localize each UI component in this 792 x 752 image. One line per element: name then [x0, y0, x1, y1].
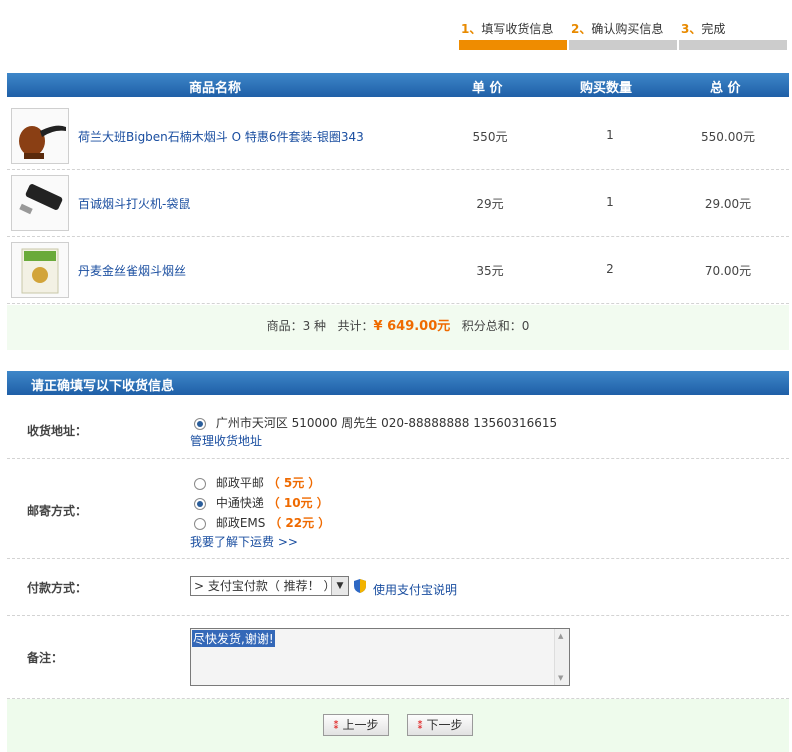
bullet-icon: ⁑ — [333, 721, 339, 732]
remark-textarea[interactable]: 尽快发货,谢谢! ▲ ▼ — [190, 628, 570, 686]
delivery-label: 邮寄方式： — [27, 504, 88, 518]
step-fill-info: 1、填写收货信息 — [459, 20, 567, 52]
checkout-steps: 1、填写收货信息 2、确认购买信息 3、完成 — [459, 20, 789, 52]
cart-row: 丹麦金丝雀烟斗烟丝 35元 2 70.00元 — [7, 236, 789, 304]
line-total: 29.00元 — [704, 197, 752, 211]
shipping-fee-info-link[interactable]: 我要了解下运费 >> — [190, 533, 298, 550]
prev-step-button[interactable]: ⁑ 上一步 — [323, 714, 389, 736]
total-prefix: 共计： — [337, 319, 374, 333]
scroll-up-icon[interactable]: ▲ — [558, 632, 563, 640]
delivery-option[interactable]: 中通快递 （ 10元 ） — [194, 494, 329, 511]
form-title: 请正确填写以下收货信息 — [31, 379, 175, 394]
form-footer: ⁑ 上一步 ⁑ 下一步 — [7, 699, 789, 752]
delivery-option[interactable]: 邮政平邮 （ 5元 ） — [194, 474, 320, 491]
step-progress-bar — [679, 40, 787, 50]
unit-price: 29元 — [476, 197, 504, 211]
scroll-down-icon[interactable]: ▼ — [558, 674, 563, 682]
delivery-option[interactable]: 邮政EMS （ 22元 ） — [194, 514, 330, 531]
step-progress-bar — [569, 40, 677, 50]
address-radio[interactable] — [194, 417, 206, 430]
line-total: 550.00元 — [701, 130, 755, 144]
lighter-thumbnail[interactable] — [11, 175, 69, 231]
delivery-radio[interactable] — [194, 477, 206, 490]
delivery-radio[interactable] — [194, 497, 206, 510]
col-name-header: 商品名称 — [189, 81, 242, 96]
remark-row: 备注： 尽快发货,谢谢! ▲ ▼ — [7, 616, 789, 699]
product-name-link[interactable]: 丹麦金丝雀烟斗烟丝 — [78, 262, 186, 279]
cart-summary: 商品：3 种 共计：¥ 649.00元 积分总和：0 — [7, 305, 789, 350]
product-kinds: 商品：3 种 — [266, 319, 327, 333]
address-text: 广州市天河区 510000 周先生 020-88888888 135603166… — [215, 416, 558, 430]
product-name-link[interactable]: 百诚烟斗打火机-袋鼠 — [78, 195, 190, 212]
quantity: 1 — [606, 128, 614, 142]
delivery-row: 邮寄方式： 邮政平邮 （ 5元 ） 中通快递 （ 10元 ） 邮政EMS （ 2… — [7, 459, 789, 559]
product-name-link[interactable]: 荷兰大班Bigben石楠木烟斗 O 特惠6件套装-银圈343 — [78, 128, 364, 145]
points-total: 积分总和：0 — [461, 319, 530, 333]
cart-row: 百诚烟斗打火机-袋鼠 29元 1 29.00元 — [7, 169, 789, 237]
col-price-header: 单 价 — [472, 81, 503, 96]
step-progress-bar — [459, 40, 567, 50]
line-total: 70.00元 — [704, 264, 752, 278]
quantity: 1 — [606, 195, 614, 209]
shield-icon — [354, 579, 366, 593]
cart-header: 商品名称 单 价 购买数量 总 价 — [7, 73, 789, 97]
quantity: 2 — [606, 262, 614, 276]
alipay-help-link[interactable]: 使用支付宝说明 — [373, 581, 457, 598]
col-qty-header: 购买数量 — [580, 81, 633, 96]
form-header: 请正确填写以下收货信息 — [7, 371, 789, 395]
tobacco-thumbnail[interactable] — [11, 242, 69, 298]
pipe-thumbnail[interactable] — [11, 108, 69, 164]
address-label: 收货地址： — [27, 424, 88, 438]
grand-total: ¥ 649.00元 — [373, 319, 451, 334]
step-complete: 3、完成 — [679, 20, 787, 52]
payment-select[interactable]: > 支付宝付款（ 推荐！ ） ▼ — [190, 576, 349, 596]
payment-row: 付款方式： > 支付宝付款（ 推荐！ ） ▼ 使用支付宝说明 — [7, 559, 789, 616]
unit-price: 550元 — [472, 130, 508, 144]
cart-row: 荷兰大班Bigben石楠木烟斗 O 特惠6件套装-银圈343 550元 1 55… — [7, 102, 789, 170]
next-step-button[interactable]: ⁑ 下一步 — [407, 714, 473, 736]
address-row: 收货地址： 广州市天河区 510000 周先生 020-88888888 135… — [7, 397, 789, 459]
remark-label: 备注： — [27, 651, 64, 665]
bullet-icon: ⁑ — [417, 721, 423, 732]
unit-price: 35元 — [476, 264, 504, 278]
manage-address-link[interactable]: 管理收货地址 — [190, 432, 262, 449]
payment-label: 付款方式： — [27, 581, 88, 595]
textarea-scrollbar[interactable]: ▲ ▼ — [554, 629, 569, 685]
step-confirm: 2、确认购买信息 — [569, 20, 677, 52]
delivery-radio[interactable] — [194, 517, 206, 530]
chevron-down-icon[interactable]: ▼ — [331, 577, 348, 595]
col-total-header: 总 价 — [710, 81, 741, 96]
